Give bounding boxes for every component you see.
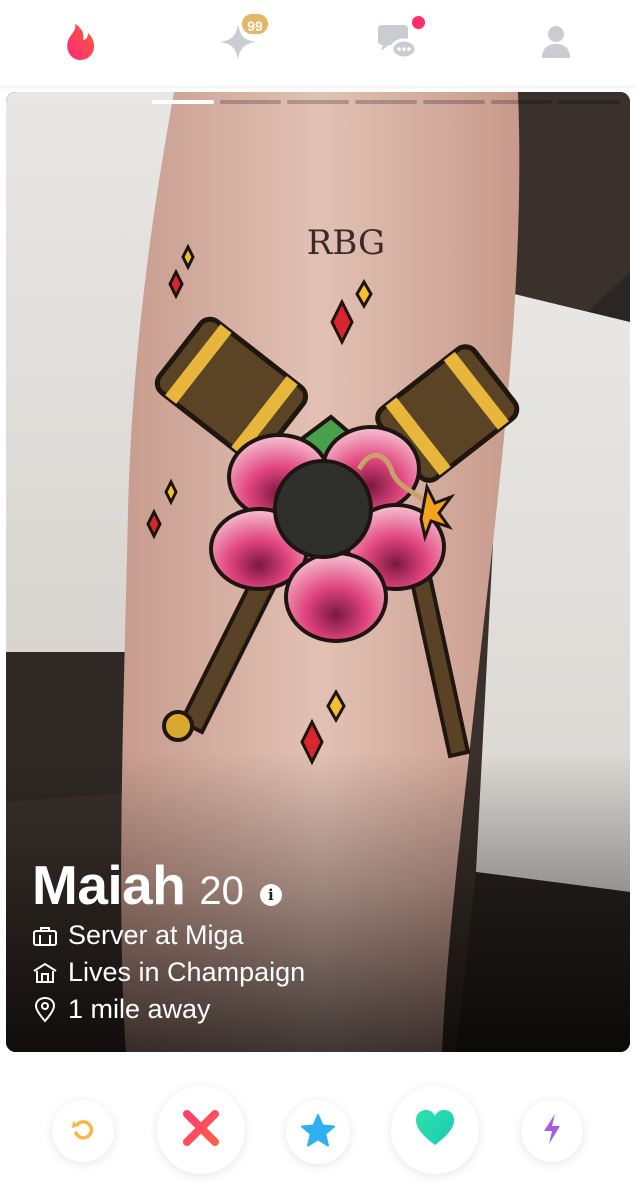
briefcase-icon bbox=[32, 923, 58, 949]
distance-text: 1 mile away bbox=[68, 994, 211, 1024]
info-icon[interactable]: i bbox=[259, 884, 282, 906]
close-x-icon bbox=[181, 1108, 221, 1153]
residence-detail: Lives in Champaign bbox=[32, 954, 612, 991]
rewind-button[interactable] bbox=[52, 1100, 114, 1162]
profile-card[interactable]: RBG Maiah 20 i Server at Miga Lives in C… bbox=[6, 92, 630, 1052]
photo-indicator[interactable] bbox=[558, 100, 621, 104]
swipe-action-bar bbox=[0, 1060, 636, 1200]
chat-bubbles-icon bbox=[374, 23, 420, 61]
residence-text: Lives in Champaign bbox=[68, 957, 306, 987]
nav-home-button[interactable] bbox=[52, 14, 108, 70]
gold-count-badge: 99 bbox=[240, 12, 270, 36]
nav-profile-button[interactable] bbox=[528, 14, 584, 70]
flame-icon bbox=[63, 22, 97, 62]
home-icon bbox=[32, 960, 58, 986]
profile-info: Maiah 20 i Server at Miga Lives in Champ… bbox=[32, 853, 612, 1028]
heart-icon bbox=[414, 1109, 456, 1152]
photo-tattoo-text: RBG bbox=[307, 223, 385, 263]
distance-detail: 1 mile away bbox=[32, 991, 612, 1028]
photo-indicator[interactable] bbox=[490, 100, 553, 104]
tinder-app: 99 RBG Maiah 20 i Server at Miga Lives i… bbox=[0, 0, 636, 1200]
nav-likes-you-button[interactable]: 99 bbox=[210, 12, 270, 70]
top-nav-bar: 99 bbox=[0, 0, 636, 86]
photo-indicator-active[interactable] bbox=[152, 100, 214, 104]
job-text: Server at Miga bbox=[68, 920, 244, 950]
photo-indicator[interactable] bbox=[422, 100, 485, 104]
super-like-button[interactable] bbox=[286, 1100, 350, 1164]
profile-name: Maiah bbox=[32, 854, 186, 916]
job-detail: Server at Miga bbox=[32, 917, 612, 954]
boost-button[interactable] bbox=[521, 1100, 583, 1162]
location-pin-icon bbox=[32, 996, 58, 1023]
profile-icon bbox=[541, 25, 571, 59]
photo-indicator[interactable] bbox=[355, 100, 417, 104]
photo-indicators bbox=[152, 100, 621, 104]
lightning-icon bbox=[541, 1113, 563, 1150]
profile-age: 20 bbox=[199, 869, 244, 913]
unread-messages-dot bbox=[412, 16, 425, 29]
photo-indicator[interactable] bbox=[287, 100, 350, 104]
like-button[interactable] bbox=[391, 1086, 479, 1174]
nav-messages-button[interactable] bbox=[369, 14, 425, 70]
star-icon bbox=[300, 1113, 336, 1152]
name-age-row: Maiah 20 i bbox=[32, 853, 612, 917]
photo-indicator[interactable] bbox=[219, 100, 282, 104]
rewind-icon bbox=[70, 1116, 96, 1147]
nope-button[interactable] bbox=[157, 1086, 245, 1174]
